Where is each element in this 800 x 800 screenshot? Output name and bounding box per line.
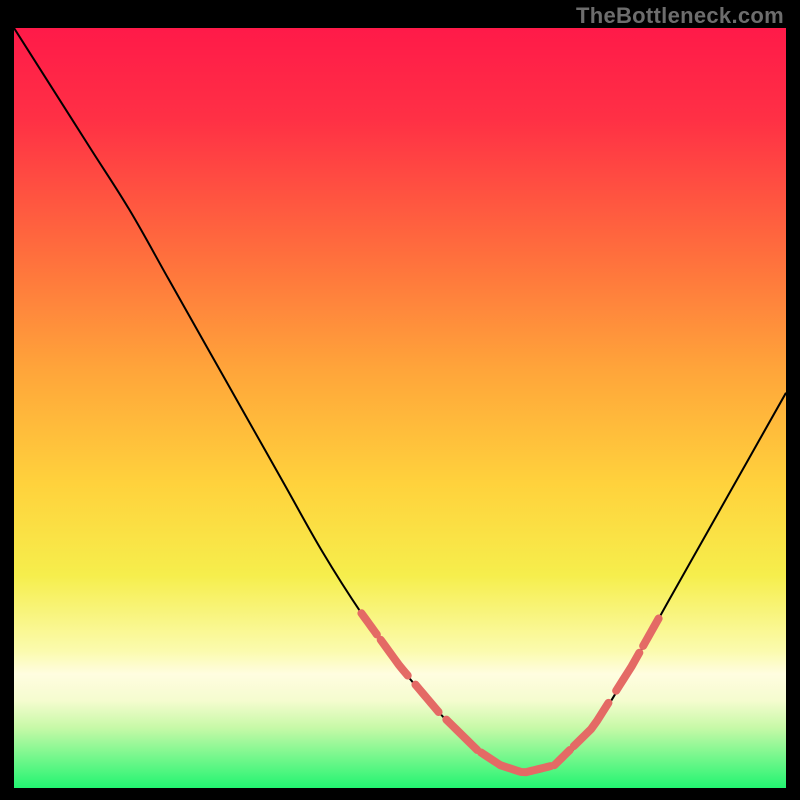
plot-area <box>14 28 786 788</box>
gradient-background <box>14 28 786 788</box>
bottleneck-chart-svg <box>14 28 786 788</box>
accent-dash <box>531 766 550 771</box>
chart-frame: TheBottleneck.com <box>0 0 800 800</box>
watermark-text: TheBottleneck.com <box>576 3 784 29</box>
